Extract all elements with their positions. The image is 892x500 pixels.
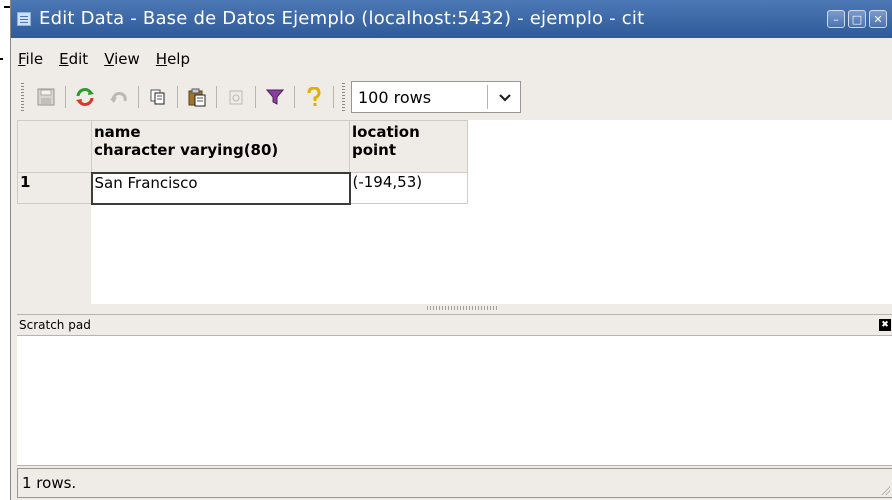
menu-edit-label: dit bbox=[68, 50, 89, 68]
table-icon bbox=[17, 12, 31, 26]
menu-help-mnemonic: H bbox=[155, 50, 168, 68]
toolbar: 100 rows bbox=[11, 76, 892, 118]
toolbar-separator bbox=[294, 86, 295, 108]
delete-icon[interactable] bbox=[223, 84, 249, 110]
menu-edit-mnemonic: E bbox=[59, 50, 69, 68]
menu-view-label: iew bbox=[114, 50, 140, 68]
filter-icon[interactable] bbox=[262, 84, 288, 110]
menu-help[interactable]: Help bbox=[149, 50, 199, 68]
toolbar-separator bbox=[177, 86, 178, 108]
column-name: name bbox=[94, 123, 141, 141]
scratch-pad-title: Scratch pad bbox=[19, 318, 91, 332]
header-row: name character varying(80) location poin… bbox=[17, 120, 468, 173]
copy-icon[interactable] bbox=[145, 84, 171, 110]
undo-icon[interactable] bbox=[106, 84, 132, 110]
rows-limit-select[interactable]: 100 rows bbox=[351, 81, 521, 113]
menu-edit[interactable]: Edit bbox=[52, 50, 97, 68]
desktop-background bbox=[0, 0, 10, 500]
table-cell[interactable]: (-194,53) bbox=[349, 172, 468, 204]
minimize-icon[interactable]: – bbox=[827, 10, 845, 28]
select-divider bbox=[487, 85, 488, 109]
menu-help-label: elp bbox=[167, 50, 190, 68]
menu-view[interactable]: View bbox=[97, 50, 149, 68]
menu-file-mnemonic: F bbox=[18, 50, 26, 68]
toolbar-grip[interactable] bbox=[342, 83, 345, 111]
data-grid: name character varying(80) location poin… bbox=[17, 120, 892, 304]
scratch-pad-header: Scratch pad ✖ bbox=[17, 314, 892, 336]
menu-bar: File Edit View Help bbox=[11, 44, 892, 74]
help-icon[interactable] bbox=[301, 84, 327, 110]
column-type: point bbox=[352, 141, 397, 159]
close-icon[interactable]: ✕ bbox=[869, 10, 887, 28]
resize-grip-icon[interactable] bbox=[880, 485, 890, 495]
rows-limit-value: 100 rows bbox=[358, 87, 432, 107]
toolbar-separator bbox=[138, 86, 139, 108]
column-header-name[interactable]: name character varying(80) bbox=[91, 120, 350, 173]
splitter-grip bbox=[427, 306, 497, 310]
close-icon[interactable]: ✖ bbox=[879, 319, 891, 331]
paste-icon[interactable] bbox=[184, 84, 210, 110]
window-controls: – □ ✕ bbox=[827, 10, 887, 28]
toolbar-separator bbox=[65, 86, 66, 108]
edit-data-window: Edit Data - Base de Datos Ejemplo (local… bbox=[10, 0, 892, 500]
menu-view-mnemonic: V bbox=[104, 50, 115, 68]
toolbar-separator bbox=[216, 86, 217, 108]
toolbar-separator bbox=[255, 86, 256, 108]
data-table: name character varying(80) location poin… bbox=[17, 120, 468, 205]
corner-header[interactable] bbox=[17, 120, 92, 173]
status-text: 1 rows. bbox=[22, 474, 77, 492]
menu-file-label: ile bbox=[25, 50, 44, 68]
chevron-down-icon bbox=[498, 88, 512, 107]
column-name: location bbox=[352, 123, 420, 141]
maximize-icon[interactable]: □ bbox=[848, 10, 866, 28]
toolbar-grip[interactable] bbox=[21, 83, 24, 111]
menu-file[interactable]: File bbox=[11, 50, 52, 68]
scratch-pad-textarea[interactable] bbox=[17, 336, 892, 466]
column-header-location[interactable]: location point bbox=[349, 120, 468, 173]
table-cell[interactable]: San Francisco bbox=[90, 171, 351, 205]
save-icon[interactable] bbox=[33, 84, 59, 110]
window-title: Edit Data - Base de Datos Ejemplo (local… bbox=[39, 8, 645, 29]
toolbar-separator bbox=[333, 86, 334, 108]
column-type: character varying(80) bbox=[94, 141, 279, 159]
pane-splitter[interactable] bbox=[17, 304, 892, 314]
title-bar[interactable]: Edit Data - Base de Datos Ejemplo (local… bbox=[11, 0, 892, 38]
row-number[interactable]: 1 bbox=[17, 172, 92, 204]
table-row: 1 San Francisco (-194,53) bbox=[17, 171, 468, 205]
refresh-icon[interactable] bbox=[72, 84, 98, 110]
status-bar: 1 rows. bbox=[17, 468, 892, 498]
